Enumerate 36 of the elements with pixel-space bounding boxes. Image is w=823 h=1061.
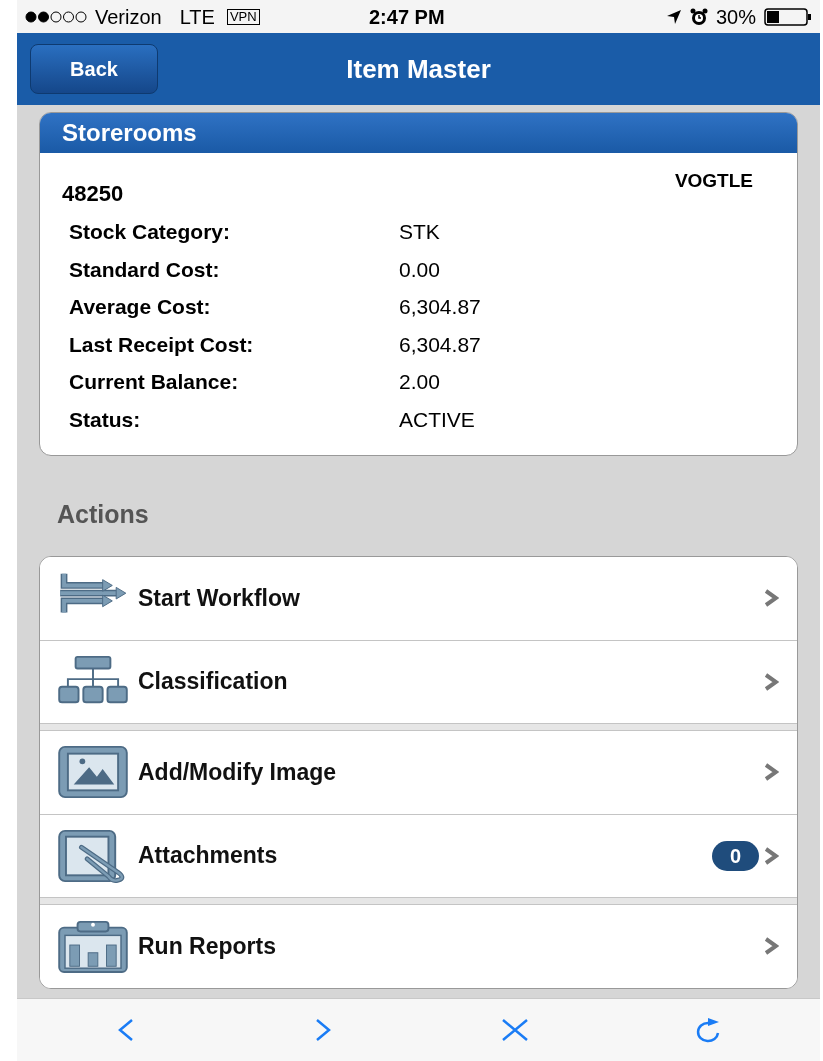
carrier-name: Verizon (95, 4, 162, 30)
battery-percent: 30% (715, 4, 756, 30)
page-title: Item Master (346, 52, 491, 86)
field-label: Standard Cost: (69, 256, 221, 283)
field-value: 2.00 (399, 369, 441, 395)
picture-frame-icon (56, 744, 130, 800)
battery-icon (764, 7, 812, 26)
field-label: Last Receipt Cost: (69, 331, 255, 358)
section-title: Actions (57, 500, 149, 528)
chevron-right-icon (763, 588, 779, 608)
chevron-right-icon (763, 936, 779, 956)
location-arrow-icon (665, 8, 682, 25)
count-badge: 0 (711, 840, 759, 871)
storeroom-number: 48250 (62, 180, 124, 208)
back-button[interactable]: Back (30, 44, 158, 94)
vpn-indicator: VPN (226, 8, 260, 25)
field-label: Status: (69, 406, 142, 433)
field-value: ACTIVE (399, 406, 476, 433)
signal-strength-icon (25, 9, 87, 24)
field-value: STK (399, 219, 441, 245)
network-type: LTE (179, 4, 215, 30)
alarm-clock-icon (689, 7, 708, 26)
chevron-right-icon (763, 762, 779, 782)
close-icon[interactable] (500, 1016, 529, 1044)
field-label: Stock Category: (69, 219, 232, 245)
field-value: 6,304.87 (399, 331, 482, 358)
field-label: Average Cost: (69, 294, 212, 320)
clock-time: 2:47 PM (369, 4, 445, 30)
site-name: VOGTLE (674, 169, 753, 193)
section-header: Storerooms (40, 113, 797, 153)
field-value: 0.00 (399, 256, 441, 283)
clipboard-bar-chart-icon (56, 918, 130, 974)
field-value: 6,304.87 (399, 294, 482, 320)
chevron-right-icon (763, 845, 779, 866)
chevron-right-icon (763, 671, 779, 692)
field-label: Current Balance: (69, 369, 240, 395)
